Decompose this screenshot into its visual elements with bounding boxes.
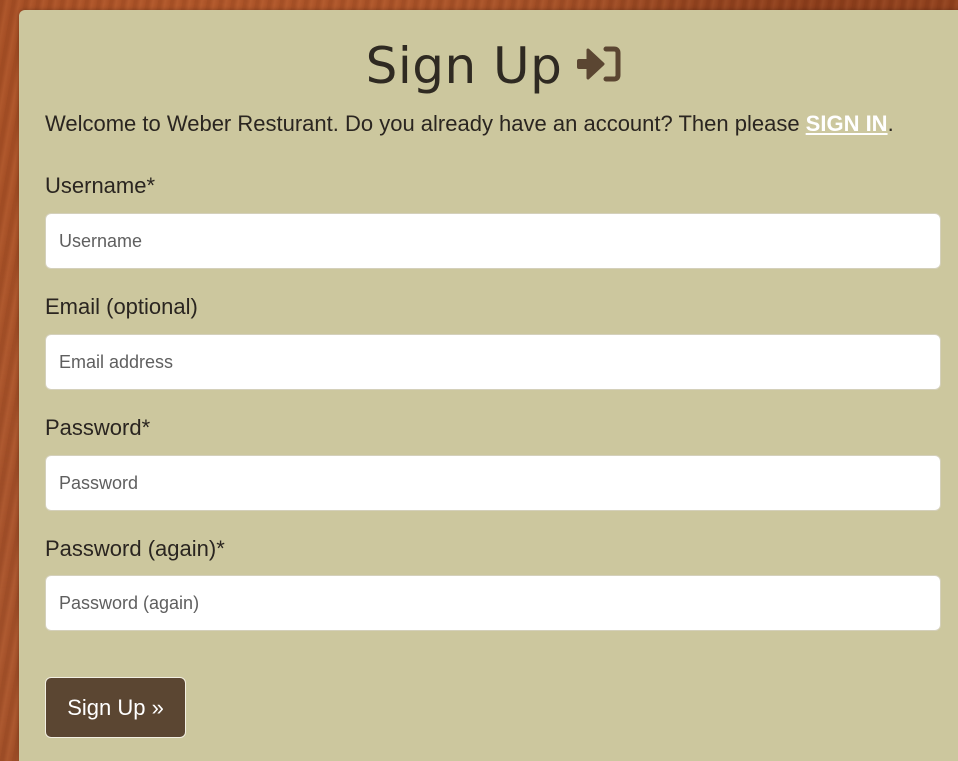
password-label: Password* <box>45 415 151 440</box>
password-input[interactable] <box>45 455 941 511</box>
password-again-input[interactable] <box>45 575 941 631</box>
password-again-label: Password (again)* <box>45 536 225 561</box>
email-label: Email (optional) <box>45 294 198 319</box>
sign-in-link[interactable]: SIGN IN <box>806 111 888 136</box>
sign-up-button[interactable]: Sign Up » <box>45 677 186 738</box>
intro-text: Welcome to Weber Resturant. Do you alrea… <box>45 109 894 139</box>
signup-form-card: Sign Up Welcome to Weber Resturant. Do y… <box>19 10 958 761</box>
intro-end: . <box>887 111 894 136</box>
intro-message: Welcome to Weber Resturant. Do you alrea… <box>45 111 806 136</box>
email-input[interactable] <box>45 334 941 390</box>
sign-in-icon <box>576 39 622 95</box>
username-label: Username* <box>45 173 156 198</box>
page-title: Sign Up <box>19 38 958 98</box>
username-input[interactable] <box>45 213 941 269</box>
page-title-text: Sign Up <box>365 37 563 95</box>
